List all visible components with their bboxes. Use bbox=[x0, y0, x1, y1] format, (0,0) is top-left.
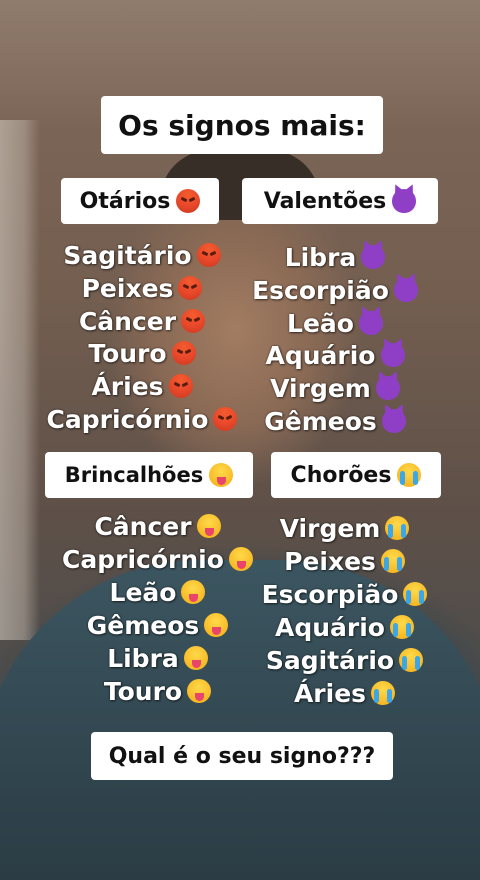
category-valentoes-label: Valentões bbox=[263, 188, 387, 214]
angry-face-icon bbox=[213, 406, 238, 431]
loudly-crying-face-icon bbox=[390, 615, 414, 639]
list-item: Sagitário bbox=[252, 644, 437, 677]
question-caption: Qual é o seu signo??? bbox=[91, 732, 393, 780]
category-brincalhoes: Brincalhões bbox=[45, 452, 253, 498]
loudly-crying-face-icon bbox=[380, 549, 405, 573]
background-wall bbox=[0, 120, 40, 640]
list-item: Sagitário bbox=[42, 240, 242, 273]
category-valentoes: Valentões bbox=[242, 178, 438, 224]
list-item: Capricórnio bbox=[42, 404, 242, 437]
list-item: Peixes bbox=[252, 545, 437, 578]
smiling-devil-icon bbox=[392, 189, 417, 213]
winking-tongue-face-icon bbox=[228, 547, 253, 571]
list-item: Aquário bbox=[252, 611, 437, 644]
list-item: Escorpião bbox=[252, 578, 437, 611]
list-item: Gêmeos bbox=[240, 406, 430, 439]
list-item: Áries bbox=[42, 371, 242, 404]
smiling-devil-icon bbox=[358, 310, 383, 335]
smiling-devil-icon bbox=[375, 376, 400, 401]
list-valentoes: Libra Escorpião Leão Aquário Virgem Gême… bbox=[240, 242, 430, 439]
list-item: Touro bbox=[42, 338, 242, 371]
page-title: Os signos mais: bbox=[101, 96, 383, 154]
list-item: Virgem bbox=[240, 373, 430, 406]
category-choroes: Chorões bbox=[271, 452, 441, 498]
list-item: Câncer bbox=[50, 510, 265, 543]
winking-tongue-face-icon bbox=[183, 646, 208, 670]
winking-tongue-face-icon bbox=[204, 613, 229, 637]
loudly-crying-face-icon bbox=[397, 463, 422, 487]
list-item: Libra bbox=[240, 242, 430, 275]
list-item: Aquário bbox=[240, 340, 430, 373]
list-item: Virgem bbox=[252, 512, 437, 545]
smiling-devil-icon bbox=[361, 245, 386, 269]
angry-face-icon bbox=[181, 308, 206, 333]
loudly-crying-face-icon bbox=[403, 582, 428, 606]
angry-face-icon bbox=[171, 341, 196, 366]
angry-face-icon bbox=[176, 189, 201, 213]
list-item: Câncer bbox=[42, 306, 242, 339]
loudly-crying-face-icon bbox=[385, 516, 410, 540]
list-item: Áries bbox=[252, 677, 437, 710]
angry-face-icon bbox=[196, 243, 221, 267]
list-item: Libra bbox=[50, 642, 265, 675]
list-otarios: Sagitário Peixes Câncer Touro Áries Capr… bbox=[42, 240, 242, 437]
list-item: Capricórnio bbox=[50, 543, 265, 576]
category-choroes-label: Chorões bbox=[290, 462, 392, 488]
list-item: Touro bbox=[50, 675, 265, 708]
list-brincalhoes: Câncer Capricórnio Leão Gêmeos Libra Tou… bbox=[50, 510, 265, 708]
angry-face-icon bbox=[168, 374, 193, 399]
winking-tongue-face-icon bbox=[209, 463, 234, 487]
smiling-devil-icon bbox=[393, 277, 418, 302]
winking-tongue-face-icon bbox=[196, 514, 221, 538]
winking-tongue-face-icon bbox=[187, 679, 212, 703]
category-otarios: Otários bbox=[61, 178, 219, 224]
list-item: Leão bbox=[240, 308, 430, 341]
list-item: Escorpião bbox=[240, 275, 430, 308]
category-otarios-label: Otários bbox=[79, 188, 171, 214]
list-choroes: Virgem Peixes Escorpião Aquário Sagitári… bbox=[252, 512, 437, 710]
loudly-crying-face-icon bbox=[371, 681, 396, 705]
list-item: Peixes bbox=[42, 273, 242, 306]
smiling-devil-icon bbox=[380, 343, 405, 368]
winking-tongue-face-icon bbox=[181, 580, 206, 604]
list-item: Leão bbox=[50, 576, 265, 609]
angry-face-icon bbox=[178, 275, 203, 300]
category-brincalhoes-label: Brincalhões bbox=[64, 463, 204, 487]
list-item: Gêmeos bbox=[50, 609, 265, 642]
loudly-crying-face-icon bbox=[399, 648, 424, 672]
smiling-devil-icon bbox=[381, 408, 406, 433]
